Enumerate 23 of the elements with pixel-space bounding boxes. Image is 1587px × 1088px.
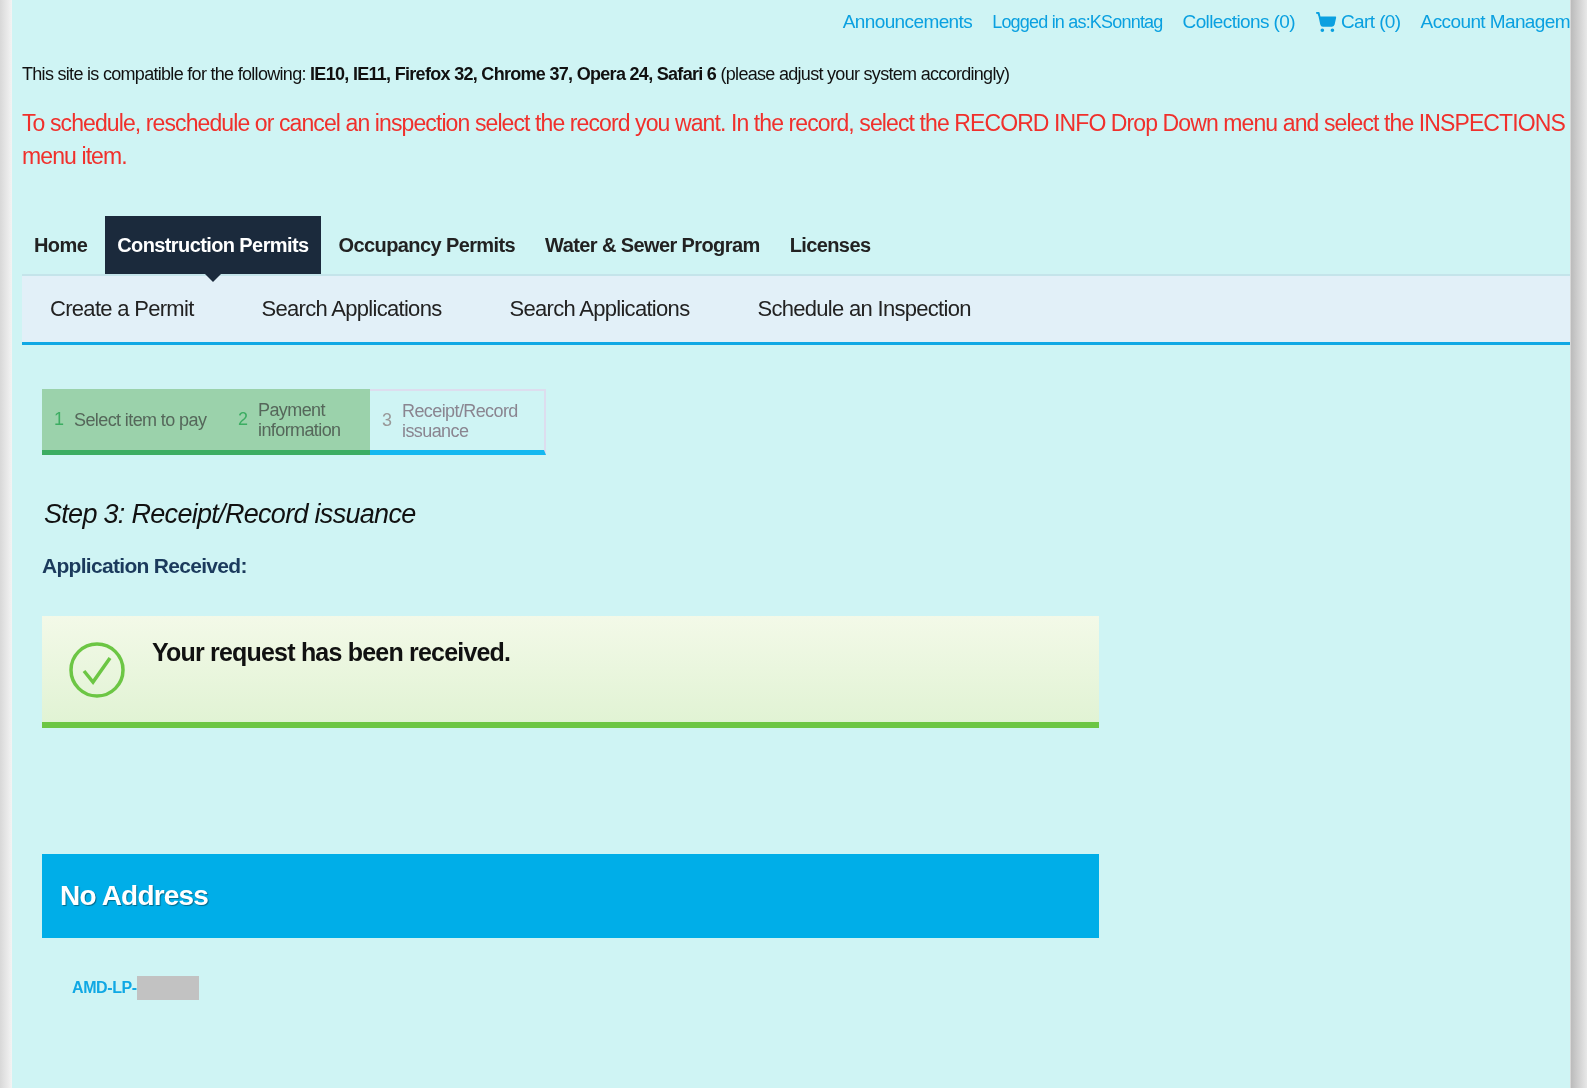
step-number: 3	[382, 410, 393, 431]
compatibility-notice: This site is compatible for the following: IE10, IE11, Firefox 32, Chrome 37, Opera 24, Safari 6 (please adjust your system accordingly)	[22, 64, 1011, 85]
subnav-link[interactable]: Schedule an Inspection	[757, 296, 971, 322]
step-label: Select item to pay	[74, 409, 208, 430]
message-text: Your request has been received.	[152, 638, 511, 668]
login-status: Logged in as:KSonntag	[992, 11, 1163, 33]
subnav-link[interactable]: Create a Permit	[50, 296, 194, 322]
inspection-notice: To schedule, reschedule or cancel an inspection select the record you want. In the record, select the RECORD INFO Drop Down menu and select the INSPECTIONS menu item.	[22, 109, 1566, 171]
subnav-link[interactable]: Search Applications	[261, 296, 442, 322]
nav-tab[interactable]: Home	[22, 216, 100, 274]
step-label: Receipt/Record issuance	[402, 400, 519, 441]
nav-tab[interactable]: Occupancy Permits	[326, 216, 528, 274]
step-title: Step 3: Receipt/Record issuance	[44, 499, 417, 530]
address-title: No Address	[60, 880, 209, 912]
section-label: Application Received:	[42, 554, 248, 578]
step-number: 1	[54, 409, 64, 430]
nav-tab[interactable]: Water & Sewer Program	[533, 216, 772, 274]
nav-tab[interactable]: Licenses	[777, 216, 883, 274]
step-label: Payment information	[258, 399, 342, 440]
cart-icon	[1314, 11, 1337, 33]
step-number: 2	[238, 409, 249, 430]
redacted-block	[136, 976, 199, 1000]
subnav-link[interactable]: Search Applications	[509, 296, 690, 322]
